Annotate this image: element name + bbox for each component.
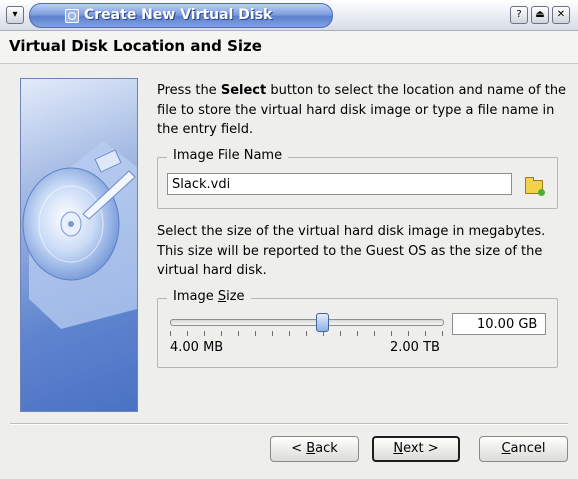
window-title: Create New Virtual Disk	[84, 7, 273, 23]
close-icon[interactable]: ✕	[552, 6, 570, 24]
image-size-group: Image Size 4.00 MB 2.00 TB 10.00 GB	[157, 289, 558, 368]
image-size-label-prefix: Image	[173, 289, 218, 304]
slider-tick	[306, 331, 307, 336]
slider-tick	[425, 331, 426, 336]
image-size-label-mnemonic: S	[217, 289, 227, 304]
image-file-name-label: Image File Name	[167, 148, 289, 163]
window-menu-icon[interactable]: ▾	[6, 6, 24, 24]
max-size-label: 2.00 TB	[390, 340, 440, 355]
image-size-label: Image Size	[167, 289, 251, 304]
size-value-field[interactable]: 10.00 GB	[452, 313, 546, 335]
slider-tick	[442, 331, 443, 336]
slider-thumb[interactable]	[316, 313, 329, 332]
slider-tick	[272, 331, 273, 336]
back-button-mnemonic: B	[306, 441, 316, 456]
shade-icon[interactable]: ⏏	[531, 6, 549, 24]
cancel-button-suffix: ancel	[510, 441, 546, 456]
location-instructions: Press the Select button to select the lo…	[157, 81, 567, 140]
image-file-name-group: Image File Name Slack.vdi	[157, 148, 558, 209]
title-pill[interactable]: Create New Virtual Disk	[29, 3, 333, 28]
slider-track[interactable]	[170, 319, 444, 326]
slider-tick	[391, 331, 392, 336]
title-bar: ▾ Create New Virtual Disk ? ⏏ ✕	[0, 0, 578, 31]
slider-tick	[289, 331, 290, 336]
next-button[interactable]: Next >	[372, 436, 460, 462]
slider-tick	[187, 331, 188, 336]
image-size-label-suffix: ize	[226, 289, 245, 304]
slider-tick	[374, 331, 375, 336]
slider-tick	[340, 331, 341, 336]
slider-tick	[170, 331, 171, 336]
cancel-button[interactable]: Cancel	[479, 436, 568, 462]
back-button[interactable]: < Back	[270, 436, 359, 462]
location-intro-text: Press the	[157, 83, 221, 98]
size-instructions: Select the size of the virtual hard disk…	[157, 224, 546, 278]
select-emphasis: Select	[220, 83, 267, 98]
min-size-label: 4.00 MB	[170, 340, 224, 355]
file-name-field[interactable]: Slack.vdi	[167, 173, 512, 195]
virtualbox-title-icon	[65, 9, 79, 23]
cancel-button-mnemonic: C	[501, 441, 511, 456]
slider-tick	[408, 331, 409, 336]
folder-select-icon[interactable]	[525, 177, 545, 196]
slider-tick	[204, 331, 205, 336]
page-title: Virtual Disk Location and Size	[9, 37, 262, 55]
hard-disk-image	[20, 78, 138, 412]
size-slider[interactable]	[170, 313, 444, 343]
back-button-suffix: ack	[315, 441, 338, 456]
back-button-prefix: <	[291, 441, 307, 456]
slider-tick	[357, 331, 358, 336]
slider-tick	[221, 331, 222, 336]
next-button-suffix: ext >	[403, 441, 439, 456]
page-header: Virtual Disk Location and Size	[0, 31, 578, 64]
footer-separator	[10, 423, 568, 425]
next-button-mnemonic: N	[393, 441, 404, 456]
slider-tick	[238, 331, 239, 336]
hard-disk-icon	[22, 141, 137, 329]
help-icon[interactable]: ?	[510, 6, 528, 24]
slider-tick	[255, 331, 256, 336]
